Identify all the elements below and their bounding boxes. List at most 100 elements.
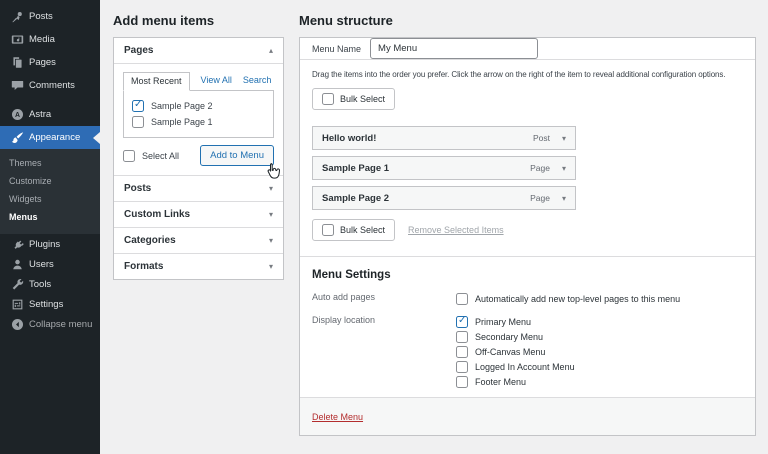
menu-item-sample-page-1[interactable]: Sample Page 1 Page ▾ — [312, 156, 576, 180]
collapsed-accordion-sections: Posts ▾ Custom Links ▾ Categories ▾ Formats ▾ — [114, 175, 283, 279]
select-all-checkbox[interactable]: Select All — [123, 149, 179, 162]
chevron-down-icon[interactable]: ▾ — [562, 194, 566, 203]
accordion-section-title: Categories — [124, 235, 176, 246]
checkbox[interactable] — [132, 116, 144, 128]
menu-item-hello-world[interactable]: Hello world! Post ▾ — [312, 126, 576, 150]
menu-item-sample-page-2[interactable]: Sample Page 2 Page ▾ — [312, 186, 576, 210]
sidebar-item-collapse-menu[interactable]: Collapse menu — [0, 314, 100, 334]
appearance-submenu: Themes Customize Widgets Menus — [0, 149, 100, 234]
bulk-select-label: Bulk Select — [340, 94, 386, 104]
sidebar-item-media[interactable]: Media — [0, 28, 100, 51]
location-option-secondary-menu[interactable]: Secondary Menu — [456, 329, 575, 344]
sidebar-item-tools[interactable]: Tools — [0, 274, 100, 294]
sidebar-item-label: Astra — [29, 109, 52, 120]
checkbox[interactable] — [456, 345, 468, 358]
svg-text:A: A — [15, 112, 20, 119]
accordion-section-pages[interactable]: Pages ▴ — [114, 38, 283, 64]
pin-icon — [11, 10, 24, 23]
sidebar-item-label: Pages — [29, 57, 56, 68]
accordion-section-posts[interactable]: Posts ▾ — [114, 175, 283, 201]
remove-selected-items-link[interactable]: Remove Selected Items — [408, 225, 504, 235]
page-option-sample-page-2[interactable]: Sample Page 2 — [132, 98, 265, 114]
bulk-select-toggle[interactable]: Bulk Select — [312, 88, 396, 110]
sidebar-item-comments[interactable]: Comments — [0, 74, 100, 97]
sidebar-item-label: Comments — [29, 80, 75, 91]
sidebar-item-plugins[interactable]: Plugins — [0, 234, 100, 254]
location-option-logged-in-account-menu[interactable]: Logged In Account Menu — [456, 359, 575, 374]
astra-icon: A — [11, 108, 24, 121]
bulk-select-toggle[interactable]: Bulk Select — [312, 219, 396, 241]
menu-item-meta: Post ▾ — [533, 133, 566, 143]
sidebar-item-pages[interactable]: Pages — [0, 51, 100, 74]
submenu-item-themes[interactable]: Themes — [0, 154, 100, 172]
settings-icon — [11, 298, 24, 311]
page-option-sample-page-1[interactable]: Sample Page 1 — [132, 114, 265, 130]
checkbox[interactable] — [456, 375, 468, 388]
sidebar-item-posts[interactable]: Posts — [0, 5, 100, 28]
menu-structure-card: Menu Name Drag the items into the order … — [299, 37, 756, 436]
add-menu-items-card: Pages ▴ Most Recent View All Search Samp… — [113, 37, 284, 280]
checkbox[interactable] — [456, 330, 468, 343]
checkbox-checked[interactable] — [456, 315, 468, 328]
settings-divider — [300, 256, 755, 257]
location-option-off-canvas-menu[interactable]: Off-Canvas Menu — [456, 344, 575, 359]
checkbox-checked[interactable] — [132, 99, 144, 112]
sidebar-item-settings[interactable]: Settings — [0, 294, 100, 314]
add-menu-items-panel: Add menu items Pages ▴ Most Recent View … — [113, 13, 284, 280]
accordion-section-title: Posts — [124, 183, 152, 194]
menu-item-type: Post — [532, 133, 550, 143]
pages-section-body: Most Recent View All Search Sample Page … — [114, 64, 283, 175]
menu-item-type: Page — [530, 163, 550, 173]
submenu-item-customize[interactable]: Customize — [0, 172, 100, 190]
checkbox[interactable] — [456, 292, 468, 305]
location-option-primary-menu[interactable]: Primary Menu — [456, 314, 575, 329]
accordion-section-title: Formats — [124, 261, 164, 272]
accordion-section-custom-links[interactable]: Custom Links ▾ — [114, 201, 283, 227]
accordion-section-title: Pages — [124, 45, 154, 56]
sidebar-item-label: Media — [29, 34, 55, 45]
add-menu-items-title: Add menu items — [113, 13, 215, 28]
location-option-label: Secondary Menu — [475, 331, 544, 342]
menu-name-input[interactable] — [370, 38, 539, 59]
tab-most-recent[interactable]: Most Recent — [123, 72, 190, 91]
auto-add-pages-checkbox[interactable]: Automatically add new top-level pages to… — [456, 291, 680, 306]
menu-actions-footer: Delete Menu — [300, 397, 755, 435]
submenu-item-menus[interactable]: Menus — [0, 208, 100, 226]
location-option-label: Footer Menu — [475, 376, 527, 387]
sidebar-item-users[interactable]: Users — [0, 254, 100, 274]
chevron-down-icon[interactable]: ▾ — [562, 134, 566, 143]
page-option-label: Sample Page 1 — [151, 117, 213, 127]
media-icon — [11, 33, 24, 46]
menu-item-type: Page — [530, 193, 550, 203]
sidebar-item-label: Appearance — [29, 132, 81, 143]
sidebar-item-label: Posts — [29, 11, 53, 22]
bulk-actions-row: Bulk Select Remove Selected Items — [312, 219, 743, 241]
pages-tabs: Most Recent View All Search — [123, 72, 274, 91]
accordion-section-formats[interactable]: Formats ▾ — [114, 253, 283, 279]
pages-checklist: Sample Page 2 Sample Page 1 — [123, 90, 274, 138]
sidebar-item-appearance[interactable]: Appearance — [0, 126, 100, 149]
tab-search[interactable]: Search — [243, 75, 272, 90]
submenu-item-widgets[interactable]: Widgets — [0, 190, 100, 208]
checkbox[interactable] — [123, 149, 135, 162]
sidebar-item-label: Tools — [29, 278, 52, 290]
auto-add-pages-row: Auto add pages Automatically add new top… — [312, 291, 743, 306]
checkbox[interactable] — [322, 224, 334, 236]
menu-name-row: Menu Name — [300, 38, 755, 60]
checkbox[interactable] — [322, 93, 334, 105]
menu-structure-panel: Menu structure Menu Name Drag the items … — [299, 13, 756, 436]
accordion-section-categories[interactable]: Categories ▾ — [114, 227, 283, 253]
tab-view-all[interactable]: View All — [201, 75, 232, 90]
accordion-section-title: Custom Links — [124, 209, 191, 220]
sidebar-item-astra[interactable]: A Astra — [0, 103, 100, 126]
location-option-label: Logged In Account Menu — [475, 361, 575, 372]
chevron-down-icon[interactable]: ▾ — [562, 164, 566, 173]
brush-icon — [11, 131, 24, 144]
menu-item-title: Hello world! — [322, 132, 377, 144]
menu-item-title: Sample Page 2 — [322, 192, 390, 204]
add-to-menu-button[interactable]: Add to Menu — [200, 145, 274, 166]
delete-menu-link[interactable]: Delete Menu — [312, 412, 363, 422]
location-option-footer-menu[interactable]: Footer Menu — [456, 374, 575, 389]
checkbox[interactable] — [456, 360, 468, 373]
display-location-row: Display location Primary Menu Secondary M… — [312, 314, 743, 389]
